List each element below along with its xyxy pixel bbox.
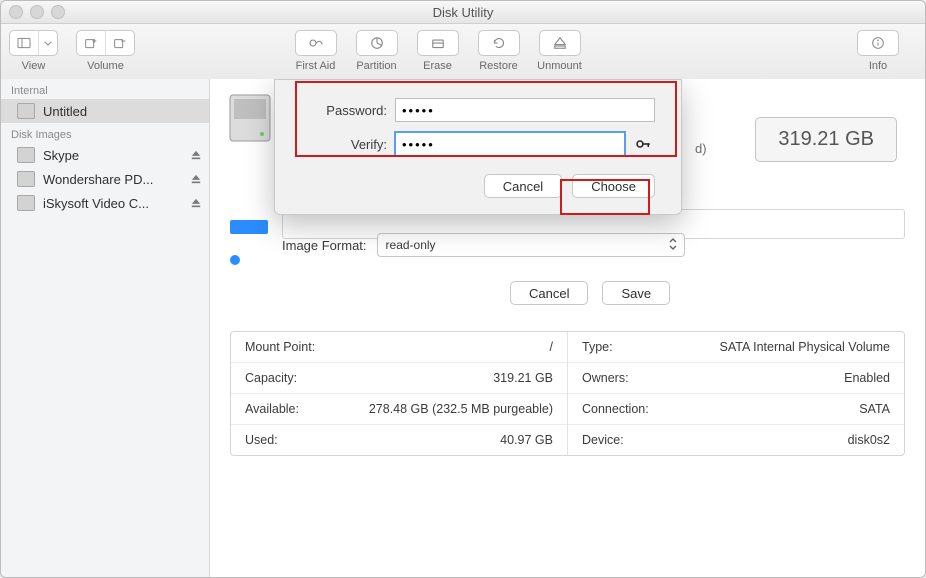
restore-label: Restore (479, 60, 518, 72)
verify-input[interactable] (395, 132, 625, 156)
info-row: Used:40.97 GB (231, 425, 567, 455)
info-col-right: Type:SATA Internal Physical Volume Owner… (568, 332, 904, 455)
restore-button[interactable] (478, 30, 520, 56)
info-row: Available:278.48 GB (232.5 MB purgeable) (231, 394, 567, 425)
password-label: Password: (301, 103, 387, 118)
image-format-value: read-only (386, 238, 436, 252)
sheet-save-button[interactable]: Save (602, 281, 670, 305)
close-button[interactable] (9, 5, 23, 19)
traffic-lights (9, 5, 65, 19)
unmount-button[interactable] (539, 30, 581, 56)
volume-big-icon (228, 93, 272, 143)
image-format-select[interactable]: read-only (377, 233, 685, 257)
disk-icon (17, 171, 35, 187)
sidebar-header-internal: Internal (1, 79, 209, 99)
truncated-subtitle: d) (695, 141, 707, 156)
first-aid-button[interactable] (295, 30, 337, 56)
view-dropdown-button[interactable] (39, 31, 57, 55)
modal-choose-button[interactable]: Choose (572, 174, 655, 198)
password-input[interactable] (395, 98, 655, 122)
info-row: Owners:Enabled (568, 363, 904, 394)
key-icon (634, 135, 652, 153)
legend-dot (230, 255, 240, 265)
unmount-label: Unmount (537, 60, 582, 72)
info-row: Mount Point:/ (231, 332, 567, 363)
sidebar-header-disk-images: Disk Images (1, 123, 209, 143)
image-format-label: Image Format: (282, 238, 367, 253)
info-row: Capacity:319.21 GB (231, 363, 567, 394)
partition-button[interactable] (356, 30, 398, 56)
info-button[interactable] (858, 31, 898, 55)
window: Disk Utility View Volume First Aid Parti… (0, 0, 926, 578)
erase-button[interactable] (417, 30, 459, 56)
sidebar-item-label: iSkysoft Video C... (43, 196, 149, 211)
toolbar-center: First Aid Partition Erase Restore Unmoun… (288, 28, 587, 72)
info-group: Info (857, 28, 899, 72)
volume-remove-button[interactable] (106, 31, 134, 55)
volume-label: Volume (87, 60, 124, 72)
sidebar-item-label: Skype (43, 148, 79, 163)
info-row: Connection:SATA (568, 394, 904, 425)
view-group: View (9, 28, 58, 72)
sidebar-item-wondershare[interactable]: Wondershare PD... (1, 167, 209, 191)
disk-icon (17, 147, 35, 163)
minimize-button[interactable] (30, 5, 44, 19)
info-col-left: Mount Point:/ Capacity:319.21 GB Availab… (231, 332, 568, 455)
zoom-button[interactable] (51, 5, 65, 19)
erase-label: Erase (423, 60, 452, 72)
partition-label: Partition (356, 60, 396, 72)
image-format-row: Image Format: read-only (282, 233, 685, 257)
body: Internal Untitled Disk Images Skype Wond… (1, 79, 925, 577)
sheet-buttons: Cancel Save (510, 281, 670, 305)
first-aid-label: First Aid (296, 60, 336, 72)
sidebar-item-iskysoft[interactable]: iSkysoft Video C... (1, 191, 209, 215)
eject-icon[interactable] (191, 174, 201, 184)
modal-cancel-button[interactable]: Cancel (484, 174, 562, 198)
disk-icon (17, 195, 35, 211)
eject-icon[interactable] (191, 198, 201, 208)
view-label: View (22, 60, 46, 72)
password-modal: Password: Verify: Cancel Choose (274, 79, 682, 215)
sheet-cancel-button[interactable]: Cancel (510, 281, 588, 305)
volume-group: Volume (76, 28, 135, 72)
size-badge: 319.21 GB (755, 117, 897, 162)
info-row: Type:SATA Internal Physical Volume (568, 332, 904, 363)
verify-label: Verify: (301, 137, 387, 152)
disk-icon (17, 103, 35, 119)
view-sidebar-button[interactable] (10, 31, 39, 55)
eject-icon[interactable] (191, 150, 201, 160)
info-table: Mount Point:/ Capacity:319.21 GB Availab… (230, 331, 905, 456)
info-row: Device:disk0s2 (568, 425, 904, 455)
key-assistant-button[interactable] (631, 132, 655, 156)
titlebar: Disk Utility (1, 1, 925, 24)
main-pane: d) 319.21 GB Image Format: read-only Can… (210, 79, 925, 577)
volume-add-button[interactable] (77, 31, 106, 55)
sidebar: Internal Untitled Disk Images Skype Wond… (1, 79, 210, 577)
usage-bar-used-segment (230, 220, 268, 234)
chevron-up-down-icon (668, 237, 678, 251)
sidebar-item-label: Untitled (43, 104, 87, 119)
info-label: Info (869, 60, 887, 72)
window-title: Disk Utility (433, 5, 494, 20)
sidebar-item-untitled[interactable]: Untitled (1, 99, 209, 123)
sidebar-item-label: Wondershare PD... (43, 172, 153, 187)
toolbar: View Volume First Aid Partition Erase Re… (1, 24, 925, 85)
sidebar-item-skype[interactable]: Skype (1, 143, 209, 167)
